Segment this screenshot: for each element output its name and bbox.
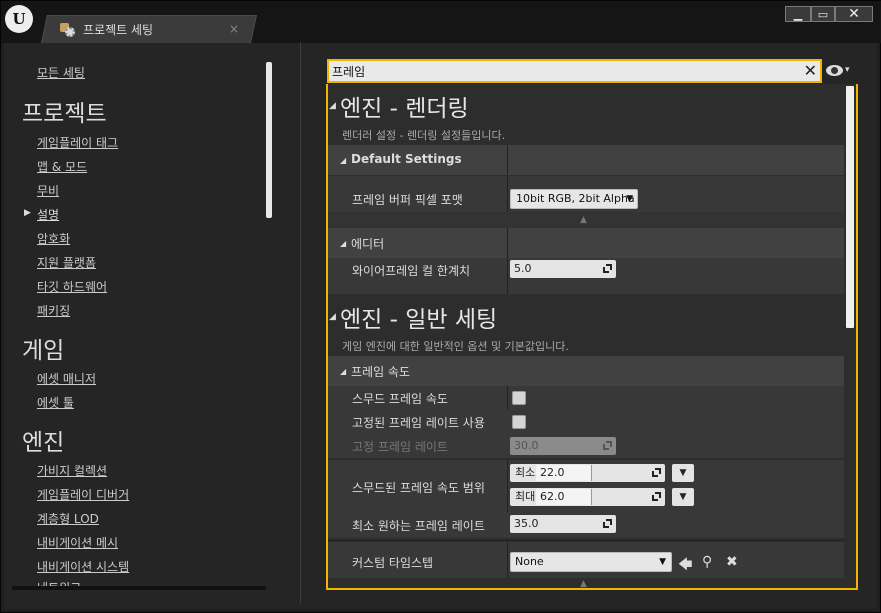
- tab-label: 프로젝트 세팅: [83, 22, 154, 37]
- range-min-dropdown[interactable]: ▼: [672, 464, 694, 482]
- custom-timestep-dropdown[interactable]: None ▼: [510, 552, 672, 572]
- pixel-format-dropdown[interactable]: 10bit RGB, 2bit Alpha ▼: [510, 189, 638, 209]
- dropdown-value: 10bit RGB, 2bit Alpha: [516, 192, 635, 205]
- column-splitter[interactable]: [507, 176, 508, 212]
- property-label: 프레임 버퍼 픽셀 포맷: [352, 193, 463, 207]
- sidebar-item[interactable]: 암호화: [37, 230, 70, 247]
- range-min-input[interactable]: 최소 22.0: [510, 464, 665, 482]
- property-label: 스무드 프레임 속도: [352, 392, 448, 406]
- column-splitter[interactable]: [507, 542, 508, 578]
- maximize-button[interactable]: ▭: [811, 6, 835, 22]
- tab-close-icon[interactable]: ×: [229, 22, 239, 36]
- use-selected-arrow-icon[interactable]: 🡄: [678, 554, 692, 578]
- unreal-logo-icon: U: [5, 5, 33, 33]
- chevron-down-icon: ▼: [626, 194, 633, 204]
- drag-resize-icon: [603, 441, 612, 450]
- category-editor[interactable]: [328, 228, 844, 258]
- range-min-value: 22.0: [540, 466, 565, 479]
- sidebar-heading-game: 게임: [22, 338, 65, 364]
- smooth-framerate-checkbox[interactable]: [512, 391, 526, 405]
- category-label: Default Settings: [351, 152, 462, 166]
- section-desc-general: 게임 엔진에 대한 일반적인 옵션 및 기본값입니다.: [342, 340, 569, 353]
- sidebar-item[interactable]: 가비지 컬렉션: [37, 462, 107, 479]
- clear-search-icon[interactable]: ✕: [804, 61, 817, 81]
- dropdown-value: None: [515, 555, 544, 568]
- number-value: 5.0: [514, 262, 532, 275]
- browse-search-icon[interactable]: ⚲: [702, 554, 712, 570]
- title-bar[interactable]: U 프로젝트 세팅 × ▁ ▭ ✕: [1, 1, 881, 43]
- section-title-general: 엔진 - 일반 세팅: [340, 307, 498, 333]
- wireframe-threshold-input[interactable]: 5.0: [510, 260, 616, 278]
- collapse-triangle-icon[interactable]: ◢: [340, 156, 346, 165]
- drag-resize-icon: [652, 492, 661, 501]
- category-label: 프레임 속도: [351, 365, 411, 379]
- eye-pupil: [831, 67, 838, 74]
- column-splitter[interactable]: [507, 228, 508, 258]
- min-desired-framerate-input[interactable]: 35.0: [510, 515, 616, 533]
- column-splitter[interactable]: [507, 145, 508, 175]
- sidebar-bottom-bar: [12, 586, 266, 590]
- settings-search-box[interactable]: ✕: [327, 59, 822, 83]
- sidebar-scrollbar[interactable]: [266, 62, 272, 218]
- fixed-framerate-input: 30.0: [510, 437, 616, 455]
- fixed-framerate-checkbox[interactable]: [512, 415, 526, 429]
- range-min-tag: 최소: [515, 466, 536, 479]
- number-value: 35.0: [514, 517, 539, 530]
- collapse-triangle-icon[interactable]: ◢: [340, 239, 346, 248]
- chevron-down-icon: ▼: [659, 557, 666, 567]
- sidebar-item[interactable]: 게임플레이 디버거: [37, 486, 129, 503]
- sidebar-item[interactable]: 에셋 툴: [37, 394, 74, 411]
- number-value: 30.0: [514, 439, 539, 452]
- drag-resize-icon: [652, 468, 661, 477]
- clear-icon[interactable]: ✖: [726, 554, 738, 570]
- sidebar-item[interactable]: 계층형 LOD: [37, 510, 99, 527]
- range-max-value: 62.0: [540, 490, 565, 503]
- drag-resize-icon: [603, 264, 612, 273]
- sidebar-item[interactable]: 내비게이션 메시: [37, 534, 118, 551]
- tab-project-settings[interactable]: 프로젝트 세팅 ×: [59, 17, 239, 41]
- collapse-triangle-icon[interactable]: ◢: [340, 367, 346, 376]
- property-label: 고정 프레임 레이트: [352, 440, 448, 454]
- pane-divider[interactable]: [300, 42, 301, 604]
- sidebar-item[interactable]: 지원 플랫폼: [37, 254, 96, 271]
- project-settings-icon: [59, 21, 75, 37]
- range-max-input[interactable]: 최대 62.0: [510, 488, 665, 506]
- range-max-dropdown[interactable]: ▼: [672, 488, 694, 506]
- sidebar-item[interactable]: 타깃 하드웨어: [37, 278, 107, 295]
- sidebar-heading-project: 프로젝트: [22, 101, 107, 127]
- sidebar-item[interactable]: 맵 & 모드: [37, 158, 87, 175]
- row-separator: [328, 540, 844, 541]
- collapse-triangle-icon[interactable]: ◢: [329, 101, 336, 111]
- view-options-button[interactable]: ▾: [826, 64, 852, 78]
- selected-arrow-icon: ▶: [24, 208, 31, 218]
- close-window-button[interactable]: ✕: [835, 6, 873, 22]
- details-scrollbar[interactable]: [846, 86, 854, 328]
- sidebar-item[interactable]: 무비: [37, 182, 59, 199]
- category-label: 에디터: [351, 237, 385, 251]
- collapse-up-icon[interactable]: ▲: [580, 579, 587, 589]
- sidebar-item[interactable]: 내비게이션 시스템: [37, 558, 129, 575]
- collapse-up-icon[interactable]: ▲: [580, 215, 587, 225]
- column-splitter[interactable]: [507, 258, 508, 294]
- collapse-triangle-icon[interactable]: ◢: [329, 312, 336, 322]
- minimize-button[interactable]: ▁: [785, 6, 811, 22]
- chevron-down-icon: ▾: [845, 65, 850, 75]
- property-label: 와이어프레임 컬 한계치: [352, 264, 471, 278]
- search-input[interactable]: [332, 62, 802, 80]
- sidebar-item-selected[interactable]: 설명: [37, 206, 59, 223]
- sidebar-item[interactable]: 게임플레이 태그: [37, 134, 118, 151]
- sidebar-item[interactable]: 패키징: [37, 302, 70, 319]
- drag-resize-icon: [603, 519, 612, 528]
- range-max-tag: 최대: [515, 490, 536, 503]
- property-label: 고정된 프레임 레이트 사용: [352, 416, 485, 430]
- property-label: 커스텀 타임스텝: [352, 556, 434, 570]
- section-desc-rendering: 렌더러 설정 - 렌더링 설정들입니다.: [342, 129, 506, 142]
- property-label: 스무드된 프레임 속도 범위: [352, 481, 485, 495]
- section-title-rendering: 엔진 - 렌더링: [340, 96, 469, 122]
- sidebar-heading-engine: 엔진: [22, 430, 65, 456]
- sidebar-item[interactable]: 에셋 매니저: [37, 370, 96, 387]
- property-label: 최소 원하는 프레임 레이트: [352, 519, 485, 533]
